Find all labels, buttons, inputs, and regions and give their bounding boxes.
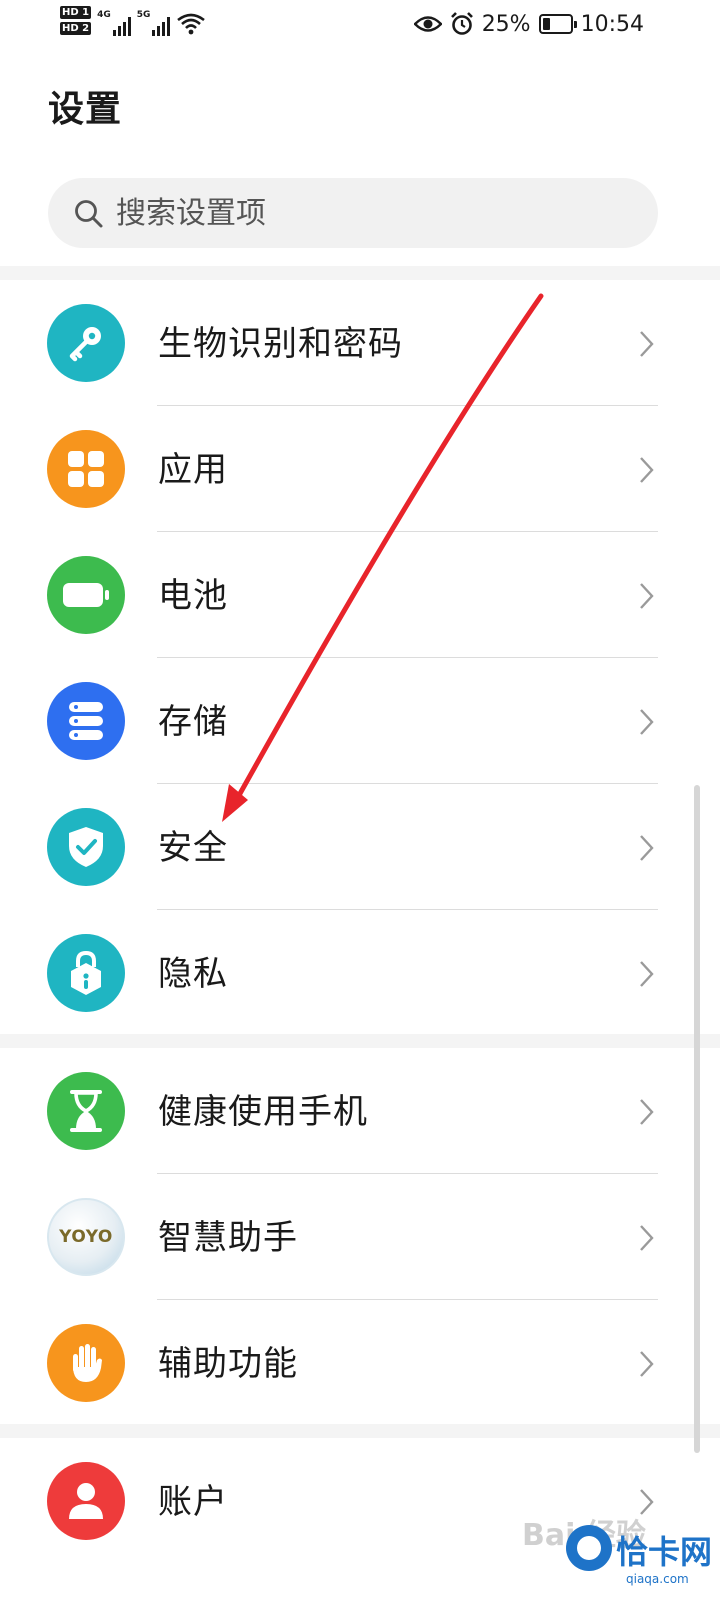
chevron-right-icon xyxy=(640,457,654,483)
storage-icon xyxy=(47,682,125,760)
key-icon xyxy=(47,304,125,382)
chevron-right-icon xyxy=(640,961,654,987)
chevron-right-icon xyxy=(640,835,654,861)
settings-item-label: 生物识别和密码 xyxy=(158,324,403,364)
battery-fill xyxy=(542,18,550,30)
privacy-lock-icon xyxy=(47,934,125,1012)
apps-grid-icon xyxy=(47,430,125,508)
eye-comfort-icon xyxy=(413,16,442,32)
settings-item-smart-assistant[interactable]: YOYO 智慧助手 xyxy=(0,1174,720,1300)
settings-item-storage[interactable]: 存储 xyxy=(0,658,720,784)
settings-item-label: 隐私 xyxy=(158,954,228,994)
cellular-signal-1: 4G xyxy=(97,10,131,36)
group-separator xyxy=(0,266,720,280)
settings-item-digital-balance[interactable]: 健康使用手机 xyxy=(0,1048,720,1174)
page-title: 设置 xyxy=(48,89,123,130)
clock: 10:54 xyxy=(580,11,644,37)
settings-item-label: 安全 xyxy=(158,828,228,868)
settings-item-accessibility[interactable]: 辅助功能 xyxy=(0,1300,720,1426)
hd1-badge: HD 1 xyxy=(60,6,92,19)
settings-item-label: 辅助功能 xyxy=(158,1344,298,1384)
battery-percent: 25% xyxy=(481,11,531,37)
settings-item-privacy[interactable]: 隐私 xyxy=(0,910,720,1036)
hd2-badge: HD 2 xyxy=(60,22,92,35)
status-left: HD 1 HD 2 4G 5G xyxy=(60,6,206,46)
battery-icon xyxy=(47,556,125,634)
yoyo-badge-text: YOYO xyxy=(59,1227,113,1247)
network-type-2: 5G xyxy=(136,10,151,20)
settings-item-label: 健康使用手机 xyxy=(158,1092,368,1132)
settings-item-security[interactable]: 安全 xyxy=(0,784,720,910)
wifi-icon xyxy=(177,13,206,35)
search-icon xyxy=(75,200,103,228)
search-input[interactable] xyxy=(116,195,596,231)
status-right: 25% 10:54 xyxy=(413,8,644,40)
scrollbar[interactable] xyxy=(694,785,700,1453)
network-type-1: 4G xyxy=(97,10,111,20)
settings-item-label: 存储 xyxy=(158,702,228,742)
hourglass-icon xyxy=(47,1072,125,1150)
chevron-right-icon xyxy=(640,583,654,609)
chevron-right-icon xyxy=(640,709,654,735)
settings-item-apps[interactable]: 应用 xyxy=(0,406,720,532)
alarm-icon xyxy=(450,12,473,35)
chevron-right-icon xyxy=(640,1099,654,1125)
watermark-url: qiaqa.com xyxy=(626,1572,689,1586)
settings-item-label: 应用 xyxy=(158,450,228,490)
settings-item-label: 电池 xyxy=(158,576,228,616)
chevron-right-icon xyxy=(640,1225,654,1251)
search-bar[interactable] xyxy=(48,178,658,248)
signal-bars-icon xyxy=(152,16,171,36)
chevron-right-icon xyxy=(640,331,654,357)
hd-indicators: HD 1 HD 2 xyxy=(60,6,92,35)
watermark-logo xyxy=(566,1525,612,1571)
settings-item-label: 账户 xyxy=(158,1482,228,1522)
status-bar: HD 1 HD 2 4G 5G 25% 10:54 xyxy=(0,0,720,50)
battery-icon xyxy=(538,14,577,34)
yoyo-icon: YOYO xyxy=(47,1198,125,1276)
shield-check-icon xyxy=(47,808,125,886)
cellular-signal-2: 5G xyxy=(137,10,171,36)
group-separator xyxy=(0,1034,720,1048)
group-separator xyxy=(0,1424,720,1438)
watermark-brand: 恰卡网 xyxy=(616,1533,713,1571)
settings-item-label: 智慧助手 xyxy=(158,1218,298,1258)
account-icon xyxy=(47,1462,125,1540)
chevron-right-icon xyxy=(640,1351,654,1377)
settings-item-biometrics[interactable]: 生物识别和密码 xyxy=(0,280,720,406)
signal-bars-icon xyxy=(112,16,131,36)
hand-icon xyxy=(47,1324,125,1402)
settings-item-battery[interactable]: 电池 xyxy=(0,532,720,658)
